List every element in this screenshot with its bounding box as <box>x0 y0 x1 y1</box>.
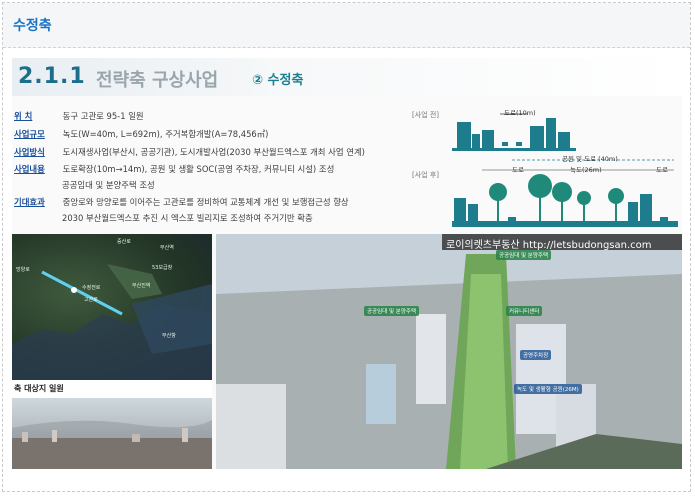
development-render: 공공임대 및 분양주택 공공임대 및 분양주택 커뮤니티센터 공영주차장 녹도 … <box>216 234 682 469</box>
map-label: 부산항 <box>162 333 176 339</box>
label-road-10m: 도로(10m) <box>504 109 536 117</box>
city-photo <box>12 398 212 469</box>
render-label: 공영주차장 <box>520 350 552 360</box>
satellite-map: 증산로 망양로 부산역 수정전로 부산진역 고관로 부산항 53보급창 <box>12 234 212 380</box>
label-park-road-40m: 공원 및 도로 (40m) <box>562 155 618 163</box>
map-overlay-svg <box>12 264 212 380</box>
map-label: 고관로 <box>84 297 98 303</box>
info-value: 중앙로와 망양로를 이어주는 고관로를 정비하여 교통체계 개선 및 보행접근성… <box>62 197 349 207</box>
map-label: 수정전로 <box>82 285 101 291</box>
panel-header: 수정축 <box>3 3 690 48</box>
render-label: 공공임대 및 분양주택 <box>496 250 552 260</box>
label-road-left: 도로 <box>512 166 524 174</box>
info-key: 위 치 <box>14 111 33 121</box>
label-road-right: 도로 <box>656 166 668 174</box>
slide-image: 2.1.1 전략축 구상사업 ② 수정축 위 치 동구 고관로 95-1 일원 … <box>12 58 682 469</box>
info-key: 사업방식 <box>14 147 45 157</box>
map-label: 부산역 <box>160 245 174 251</box>
photo-caption: 축 대상지 일원 <box>14 384 64 393</box>
slide-title-bar: 2.1.1 전략축 구상사업 ② 수정축 <box>12 58 682 96</box>
watermark-bar: 로이의렛츠부동산 http://letsbudongsan.com <box>442 234 682 251</box>
map-label: 증산로 <box>117 239 131 245</box>
info-value: 동구 고관로 95-1 일원 <box>62 111 144 121</box>
info-row-effect-cont: 2030 부산월드엑스포 추진 시 엑스포 빌리지로 조성하여 주거기반 확충 <box>62 213 313 223</box>
info-row-effect: 기대효과 중앙로와 망양로를 이어주는 고관로를 정비하여 교통체계 개선 및 … <box>14 196 349 208</box>
photo-caption-bar: 축 대상지 일원 <box>12 380 212 398</box>
section-number: 2.1.1 <box>18 64 86 89</box>
watermark-text: 로이의렛츠부동산 http://letsbudongsan.com <box>446 240 652 251</box>
label-green-26m: 녹도(26m) <box>570 166 602 174</box>
map-label: 부산진역 <box>132 283 151 289</box>
info-row-content-cont: 공공임대 및 분양주택 조성 <box>62 180 155 190</box>
info-key: 사업규모 <box>14 129 45 139</box>
map-label: 망양로 <box>16 267 30 273</box>
panel-title: 수정축 <box>13 18 52 34</box>
render-label: 공공임대 및 분양주택 <box>364 306 420 316</box>
render-label: 커뮤니티센터 <box>506 306 543 316</box>
render-label: 녹도 및 생활형 공원(26M) <box>514 384 582 394</box>
render-svg <box>216 234 682 469</box>
info-row-content: 사업내용 도로확장(10m→14m), 공원 및 생활 SOC(공영 주차장, … <box>14 163 334 175</box>
info-row-location: 위 치 동구 고관로 95-1 일원 <box>14 110 144 122</box>
info-value: 도시재생사업(부산시, 공공기관), 도시개발사업(2030 부산월드엑스포 개… <box>62 147 365 157</box>
info-row-method: 사업방식 도시재생사업(부산시, 공공기관), 도시개발사업(2030 부산월드… <box>14 146 365 158</box>
cross-section-diagram: [사업 전] [사업 후] 도로(10m) 공원 및 도로 (40m) 도로 녹… <box>412 106 682 231</box>
info-value: 도로확장(10m→14m), 공원 및 생활 SOC(공영 주차장, 커뮤니티 … <box>62 164 335 174</box>
info-key: 기대효과 <box>14 197 45 207</box>
section-badge: ② 수정축 <box>252 73 304 88</box>
section-title: 전략축 구상사업 <box>96 70 219 91</box>
city-photo-svg <box>12 420 212 469</box>
info-value: 녹도(W=40m, L=692m), 주거복합개발(A=78,456㎡) <box>62 129 269 139</box>
cross-section-svg <box>452 113 678 227</box>
info-row-scale: 사업규모 녹도(W=40m, L=692m), 주거복합개발(A=78,456㎡… <box>14 128 268 140</box>
info-key: 사업내용 <box>14 164 45 174</box>
map-label: 53보급창 <box>152 265 173 271</box>
